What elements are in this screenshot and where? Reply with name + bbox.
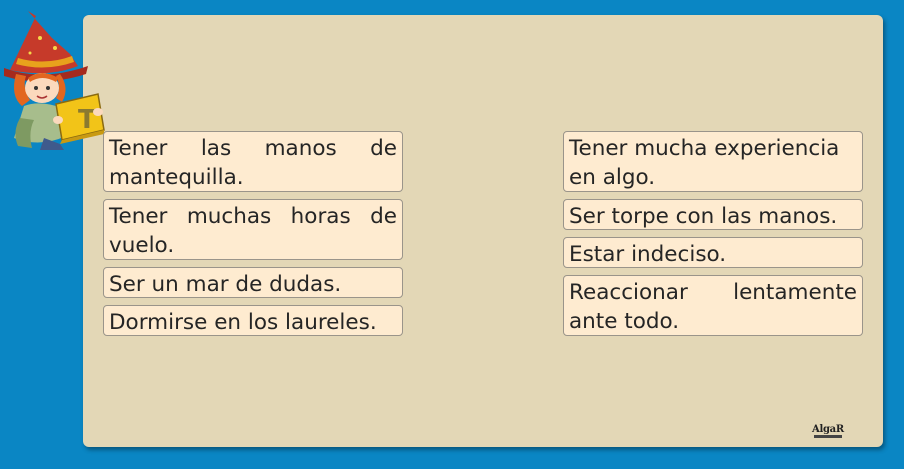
idiom-card[interactable]: Ser un mar de dudas. [103,267,403,298]
idiom-card[interactable]: Dormirse en los laureles. [103,305,403,336]
idiom-card[interactable]: Tener las manos de mantequilla. [103,131,403,192]
meaning-card[interactable]: Estar indeciso. [563,237,863,268]
publisher-logo-underline [814,435,842,438]
meaning-card[interactable]: Ser torpe con las manos. [563,199,863,230]
meaning-card[interactable]: Reaccionar lentamente ante todo. [563,275,863,336]
publisher-logo: AlgaR [812,424,844,435]
meaning-card[interactable]: Tener mucha experiencia en algo. [563,131,863,192]
svg-text:T: T [78,105,96,135]
witch-mascot-icon: T [4,11,105,150]
idiom-card[interactable]: Tener muchas horas de vuelo. [103,199,403,260]
